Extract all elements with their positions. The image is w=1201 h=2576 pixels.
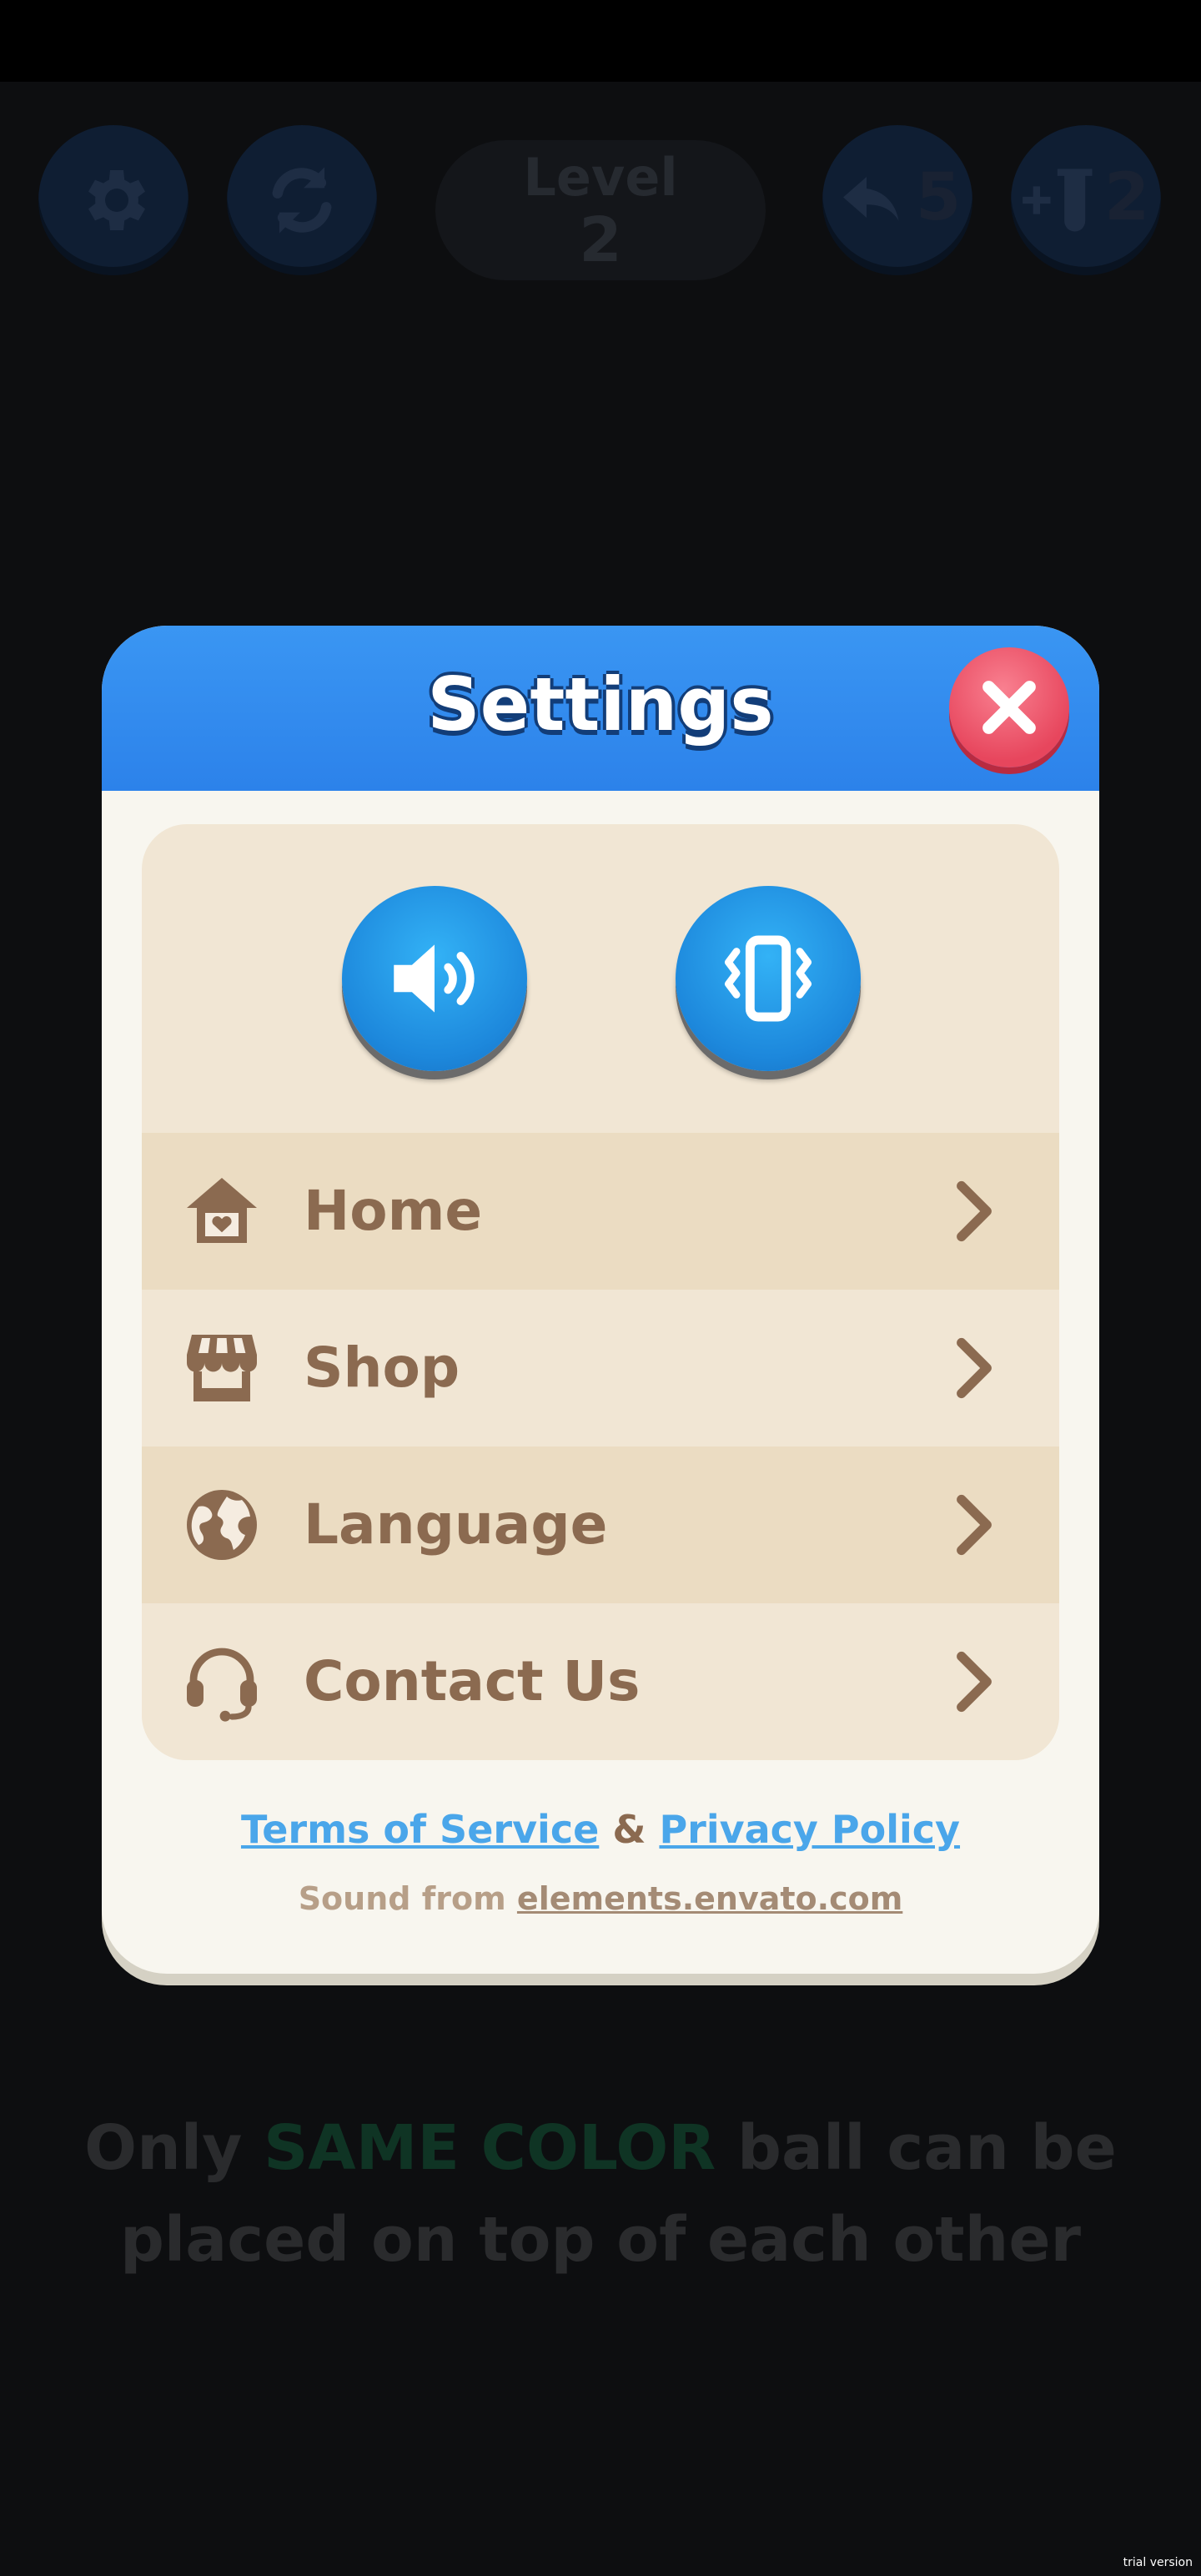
speaker-sound-icon (394, 944, 475, 1013)
trial-watermark: trial version (1123, 2556, 1193, 2569)
gear-icon (88, 170, 145, 230)
hint-part-2: ball can be (737, 2112, 1117, 2184)
chevron-right-icon (942, 1650, 1006, 1713)
level-indicator: Level 2 (435, 140, 766, 280)
menu-item-label: Shop (304, 1336, 460, 1400)
settings-dialog: Settings Home Shop Language Contact Us T… (102, 626, 1099, 1974)
phone-vibrate-icon (725, 935, 812, 1022)
refresh-icon (272, 167, 332, 234)
hint-accent: SAME COLOR (264, 2112, 716, 2184)
vibration-toggle-button[interactable] (676, 886, 861, 1071)
menu-item-label: Contact Us (304, 1649, 641, 1713)
add-tube-count: 2 (1104, 160, 1150, 235)
legal-links: Terms of Service & Privacy Policy (102, 1800, 1099, 1859)
restart-button[interactable] (227, 125, 377, 275)
undo-button[interactable]: 5 (822, 125, 972, 275)
menu-item-language[interactable]: Language (142, 1446, 1059, 1603)
menu-item-shop[interactable]: Shop (142, 1290, 1059, 1446)
envato-link[interactable]: elements.envato.com (517, 1880, 902, 1917)
chevron-right-icon (942, 1493, 1006, 1557)
settings-button[interactable] (38, 125, 188, 275)
close-x-icon (982, 681, 1036, 734)
hint-part-1: Only (84, 2112, 243, 2184)
menu-item-label: Home (304, 1179, 483, 1243)
undo-count: 5 (916, 160, 962, 235)
sound-credit: Sound from elements.envato.com (102, 1874, 1099, 1924)
game-screen: Level 2 5 2 Only SAME COLOR ball can be … (0, 0, 1201, 2576)
menu-item-contact-us[interactable]: Contact Us (142, 1603, 1059, 1760)
hint-text: Only SAME COLOR ball can be placed on to… (50, 2102, 1151, 2286)
level-label: Level (523, 147, 678, 208)
level-number: 2 (579, 204, 622, 276)
close-button[interactable] (949, 647, 1069, 767)
links-separator: & (612, 1807, 646, 1852)
globe-icon (182, 1485, 262, 1565)
settings-panel: Home Shop Language Contact Us (142, 824, 1059, 1760)
hint-line-2: placed on top of each other (119, 2204, 1082, 2276)
privacy-policy-link[interactable]: Privacy Policy (659, 1807, 960, 1852)
chevron-right-icon (942, 1180, 1006, 1243)
sound-toggle-button[interactable] (342, 886, 527, 1071)
home-heart-icon (182, 1171, 262, 1251)
status-bar (0, 0, 1201, 82)
undo-arrow-icon (843, 177, 899, 221)
credit-prefix: Sound from (298, 1880, 506, 1917)
menu-item-home[interactable]: Home (142, 1133, 1059, 1290)
add-tube-button[interactable]: 2 (1011, 125, 1161, 275)
chevron-right-icon (942, 1336, 1006, 1400)
shop-icon (182, 1328, 262, 1408)
dialog-header: Settings (102, 626, 1099, 791)
add-tube-icon (1023, 169, 1093, 232)
terms-of-service-link[interactable]: Terms of Service (241, 1807, 599, 1852)
headset-icon (182, 1642, 262, 1722)
menu-item-label: Language (304, 1492, 608, 1557)
